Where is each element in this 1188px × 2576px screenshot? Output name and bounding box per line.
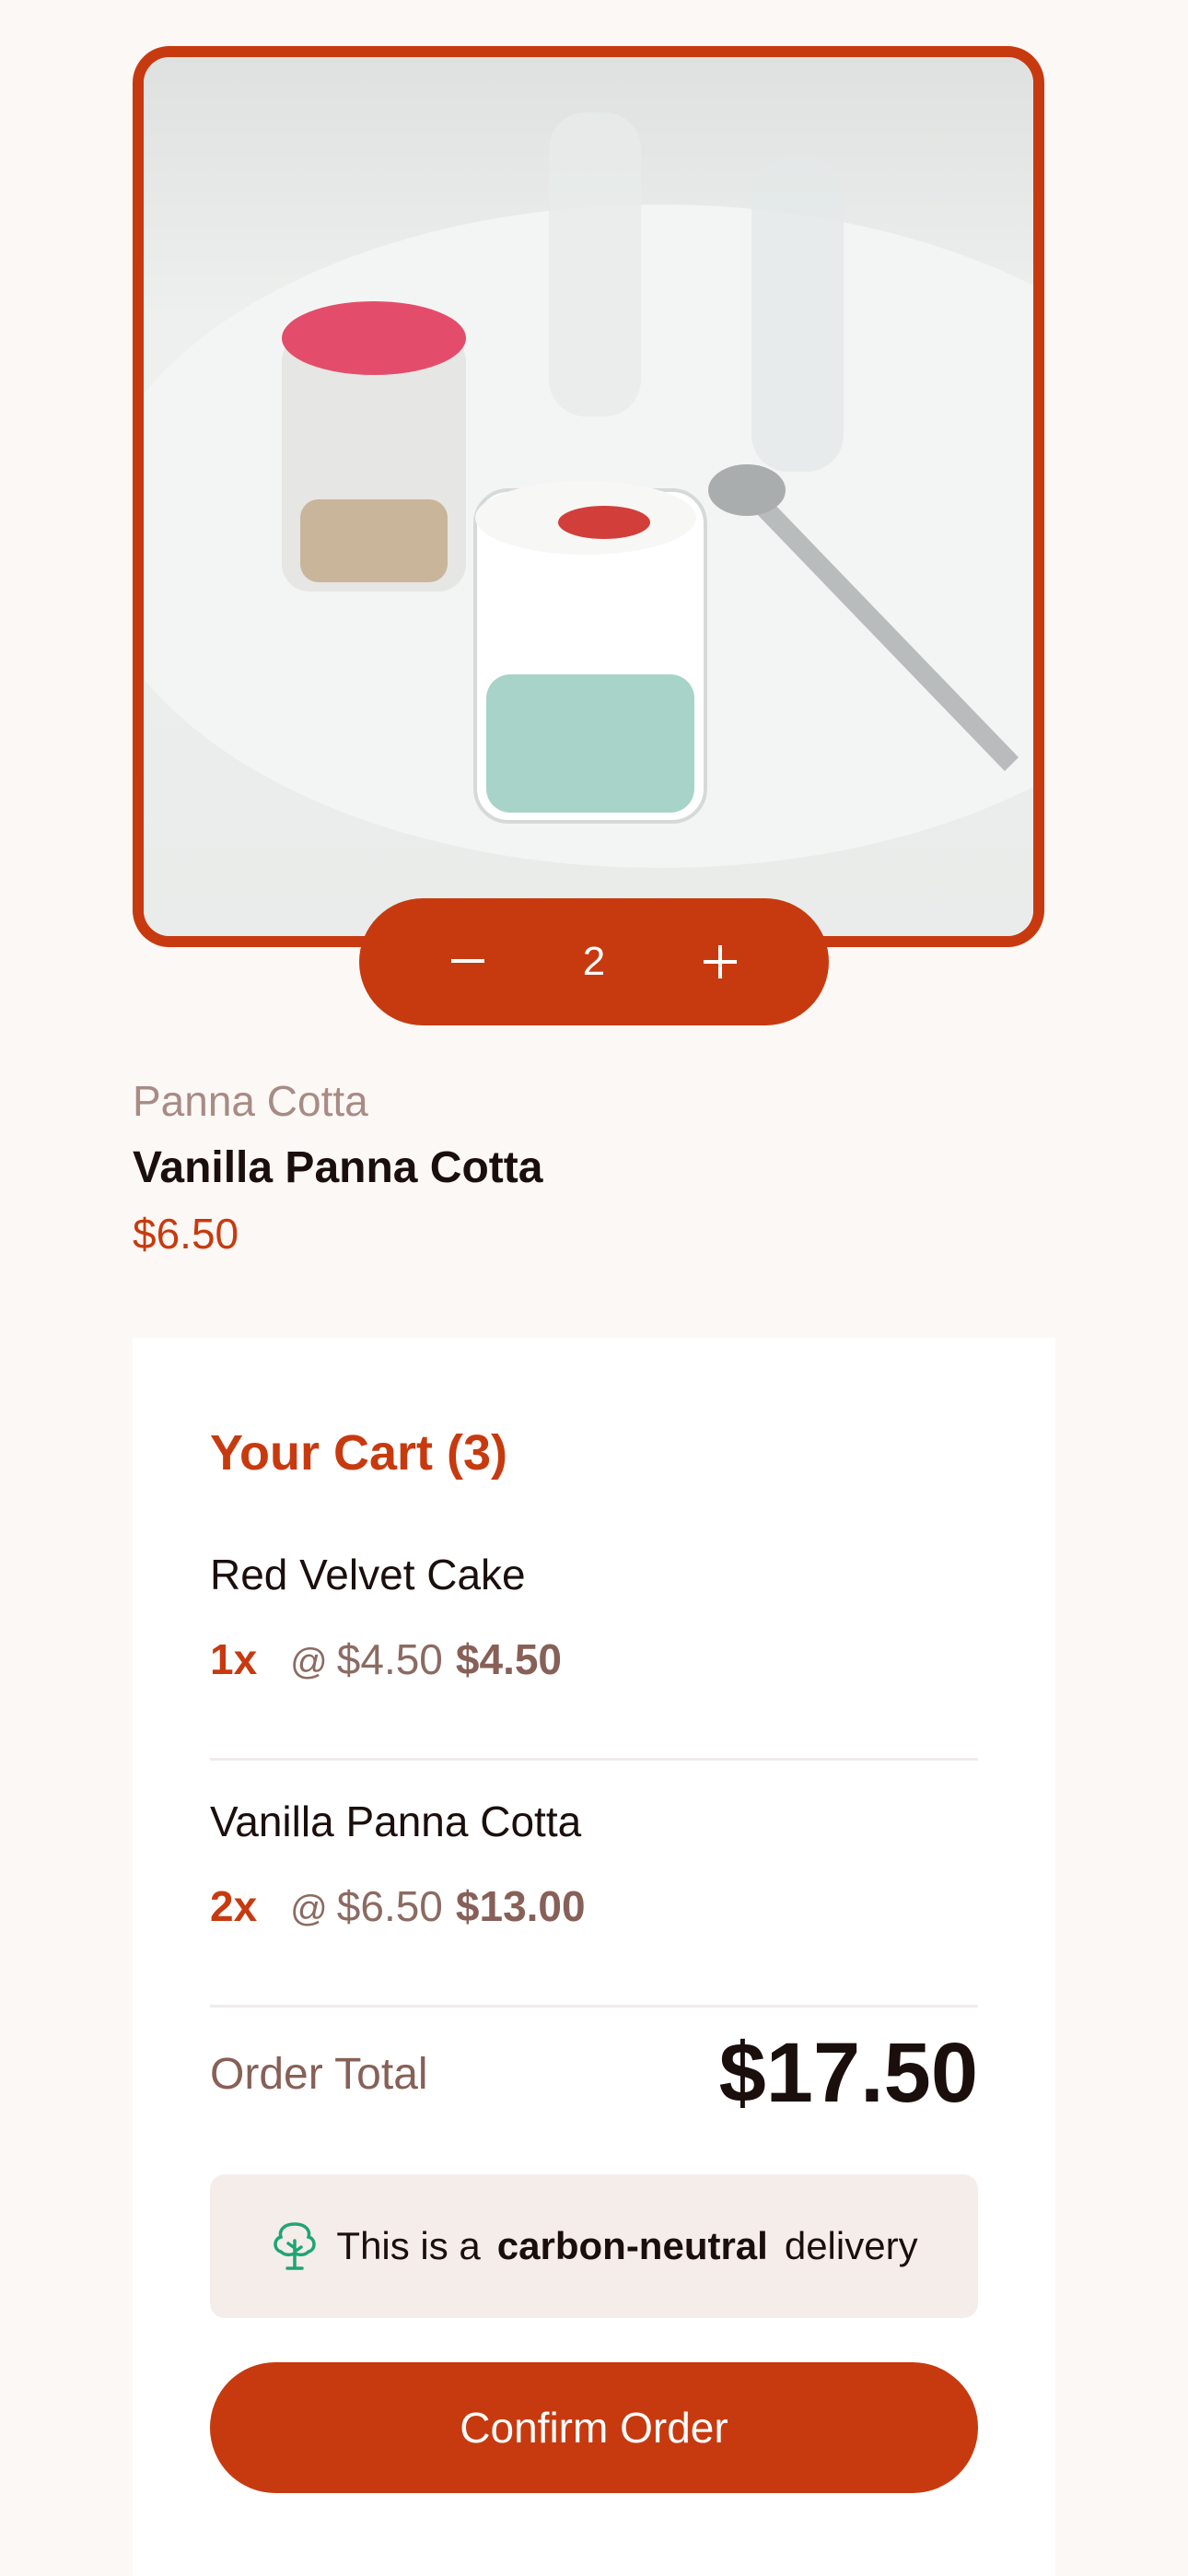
cart-item-count: 1x xyxy=(210,1635,258,1683)
cart-item-subtotal: $4.50 xyxy=(455,1635,563,1683)
minus-icon xyxy=(451,959,484,963)
carbon-neutral-tree-icon xyxy=(270,2220,320,2272)
product-name: Vanilla Panna Cotta xyxy=(133,1143,543,1192)
cart-item-count: 2x xyxy=(210,1882,258,1930)
cart-item-line: 1x @ $4.50 $4.50 xyxy=(210,1634,562,1684)
cart-item-line: 2x @ $6.50 $13.00 xyxy=(210,1881,586,1931)
confirm-order-button[interactable]: Confirm Order xyxy=(210,2362,978,2493)
note-prefix: This is a xyxy=(336,2224,481,2267)
increment-button[interactable] xyxy=(694,936,746,988)
order-total-value: $17.50 xyxy=(718,2026,978,2120)
cart-title: Your Cart (3) xyxy=(210,1425,508,1481)
cart-item: Red Velvet Cake 1x @ $4.50 $4.50 xyxy=(210,1513,978,1761)
cart-item-name: Vanilla Panna Cotta xyxy=(210,1797,582,1845)
quantity-stepper: 2 xyxy=(359,898,829,1025)
quantity-value: 2 xyxy=(582,939,606,984)
product-price: $6.50 xyxy=(133,1210,239,1258)
cart-item-name: Red Velvet Cake xyxy=(210,1551,526,1598)
order-total-label: Order Total xyxy=(210,2050,428,2099)
cart-item-unit-price: $4.50 xyxy=(336,1635,443,1683)
decrement-button[interactable] xyxy=(442,936,494,988)
plus-icon xyxy=(703,945,737,978)
cart-item-subtotal: $13.00 xyxy=(455,1882,586,1930)
cart-item-unit-price: $6.50 xyxy=(336,1882,443,1930)
panna-cotta-photo xyxy=(144,57,1033,936)
cart-panel: Your Cart (3) Red Velvet Cake 1x @ $4.50… xyxy=(133,1338,1055,2576)
product-image xyxy=(133,46,1044,947)
at-symbol: @ xyxy=(290,1642,328,1682)
note-suffix: delivery xyxy=(784,2224,918,2267)
cart-item: Vanilla Panna Cotta 2x @ $6.50 $13.00 xyxy=(210,1760,978,2008)
note-bold: carbon-neutral xyxy=(496,2224,768,2267)
at-symbol: @ xyxy=(290,1889,328,1929)
product-category: Panna Cotta xyxy=(133,1077,368,1125)
carbon-neutral-note: This is a carbon-neutral delivery xyxy=(210,2174,978,2318)
